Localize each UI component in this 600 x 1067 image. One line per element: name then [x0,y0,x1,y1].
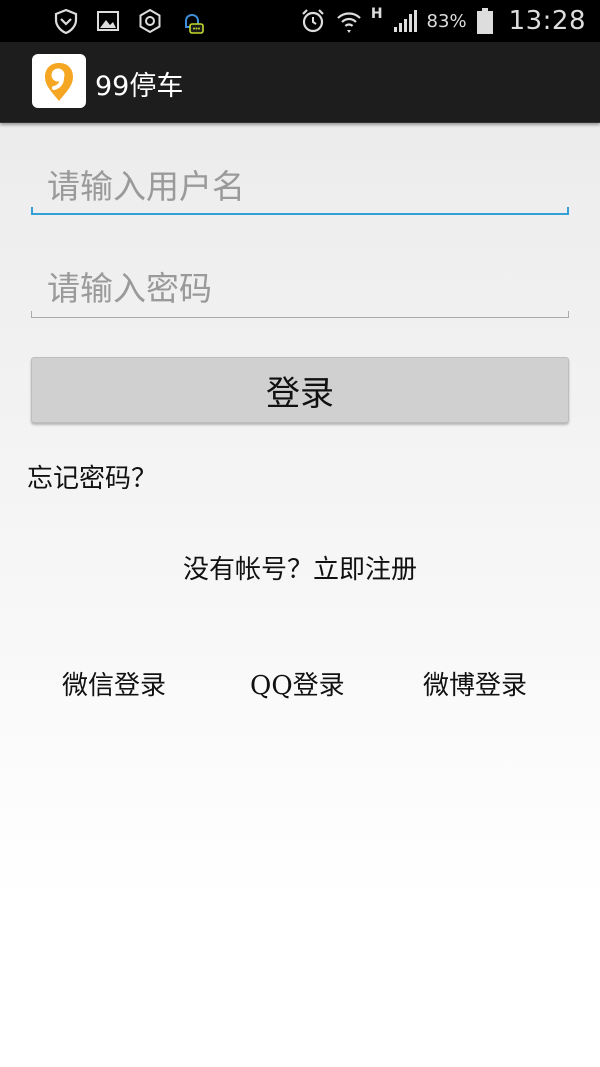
battery-percent: 83% [426,10,467,32]
notification-icons [52,6,206,36]
qq-login-button[interactable]: QQ登录 [250,665,345,702]
network-type: H [370,6,383,22]
action-bar: 99停车 [0,42,600,123]
wifi-icon [337,12,361,33]
app-title: 99停车 [95,71,184,102]
hexagon-icon [139,8,161,34]
password-input[interactable] [31,262,568,314]
wechat-login-button[interactable]: 微信登录 [62,665,166,702]
password-underline [31,311,569,318]
signal-icon [393,10,417,32]
chat-bubble-icon [185,14,204,34]
login-button[interactable]: 登录 [31,357,569,423]
status-bar: H 83% 13:28 [0,0,600,42]
clock: 13:28 [508,6,586,36]
alarm-icon [302,9,324,33]
forgot-password-link[interactable]: 忘记密码？ [27,458,157,495]
app-logo-icon [32,54,86,108]
register-link[interactable]: 没有帐号？立即注册 [0,549,600,586]
username-underline [31,207,569,215]
battery-icon [476,8,493,34]
shield-icon [54,8,78,35]
system-indicators: H 83% 13:28 [299,4,586,38]
username-input[interactable] [31,160,568,212]
image-icon [97,11,119,31]
weibo-login-button[interactable]: 微博登录 [423,665,527,702]
